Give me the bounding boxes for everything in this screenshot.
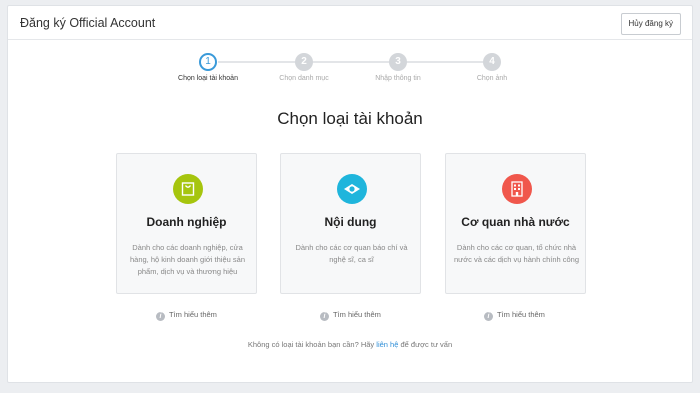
card-government[interactable]: Cơ quan nhà nước Dành cho các cơ quan, t… [445,153,586,294]
step-2: 2 Chọn danh mục [259,53,349,82]
card-business[interactable]: Doanh nghiệp Dành cho các doanh nghiệp, … [116,153,257,294]
learn-more-government-link[interactable]: i Tìm hiểu thêm [484,310,545,321]
learn-more-label: Tìm hiểu thêm [169,310,217,319]
card-description: Dành cho các doanh nghiệp, cửa hàng, hộ … [129,243,245,276]
step-number: 1 [199,53,217,71]
step-number: 4 [483,53,501,71]
info-icon: i [156,312,165,321]
step-3: 3 Nhập thông tin [353,53,443,82]
step-label: Chọn loại tài khoản [178,75,238,82]
step-1: 1 Chọn loại tài khoản [163,53,253,82]
content-icon [337,174,367,204]
learn-more-label: Tìm hiểu thêm [497,310,545,319]
step-4: 4 Chọn ảnh [447,53,537,82]
info-icon: i [484,312,493,321]
shopping-bag-icon [173,174,203,204]
card-title: Cơ quan nhà nước [461,215,570,229]
stepper: 1 Chọn loại tài khoản 2 Chọn danh mục 3 … [8,53,692,93]
cancel-registration-button[interactable]: Hủy đăng ký [620,13,681,35]
footer-text-before: Không có loại tài khoản bạn cần? Hãy [247,340,375,349]
learn-more-business-link[interactable]: i Tìm hiểu thêm [156,310,217,321]
contact-link[interactable]: liên hệ [376,340,398,349]
footer-text-after: để được tư vấn [400,340,453,349]
page-title: Đăng ký Official Account [20,16,156,30]
card-content[interactable]: Nội dung Dành cho các cơ quan báo chí và… [280,153,421,294]
card-description: Dành cho các cơ quan báo chí và nghệ sĩ,… [295,243,408,264]
registration-panel: Đăng ký Official Account Hủy đăng ký 1 C… [7,5,693,383]
step-label: Chọn danh mục [279,75,329,82]
step-number: 3 [389,53,407,71]
card-title: Nội dung [324,215,377,229]
step-label: Chọn ảnh [476,75,508,82]
footer-note: Không có loại tài khoản bạn cần? Hãy liê… [8,340,692,349]
step-number: 2 [295,53,313,71]
learn-more-label: Tìm hiểu thêm [333,310,381,319]
page-header: Đăng ký Official Account Hủy đăng ký [8,6,692,40]
info-icon: i [320,312,329,321]
building-icon [502,174,532,204]
card-title: Doanh nghiệp [146,215,227,229]
step-label: Nhập thông tin [375,75,421,82]
card-description: Dành cho các cơ quan, tổ chức nhà nước v… [454,243,580,264]
main-heading: Chọn loại tài khoản [277,109,423,128]
learn-more-content-link[interactable]: i Tìm hiểu thêm [320,310,381,321]
